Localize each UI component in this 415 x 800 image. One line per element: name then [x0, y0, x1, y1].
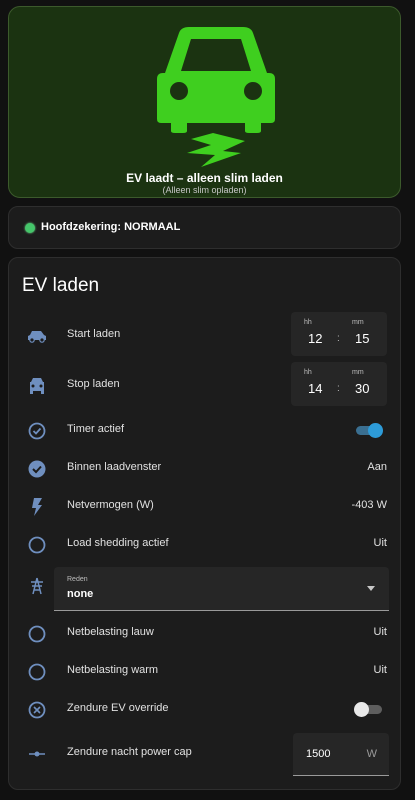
flash-icon	[32, 498, 42, 516]
transmission-tower-icon	[31, 577, 43, 595]
netvermogen-label: Netvermogen (W)	[67, 499, 154, 511]
timer-actief-row[interactable]: Timer actief	[9, 415, 400, 445]
start-laden-label: Start laden	[67, 328, 121, 340]
ray-vertex-icon	[29, 751, 45, 757]
load-shedding-row[interactable]: Load shedding actief Uit	[9, 529, 400, 559]
ev-status-card[interactable]: EV laadt – alleen slim laden (Alleen sli…	[8, 6, 401, 198]
netbelasting-lauw-value: Uit	[373, 626, 387, 638]
check-circle-outline-icon	[28, 422, 46, 440]
start-hours-value[interactable]: 12	[308, 331, 322, 346]
netvermogen-row[interactable]: Netvermogen (W) -403 W	[9, 491, 400, 521]
binnen-laadvenster-label: Binnen laadvenster	[67, 461, 162, 473]
start-laden-time-input[interactable]: hh mm 12 : 15	[291, 312, 387, 356]
status-dot-icon	[25, 223, 35, 233]
start-minutes-value[interactable]: 15	[355, 331, 369, 346]
stop-hours-value[interactable]: 14	[308, 381, 322, 396]
reden-select[interactable]: Reden none	[54, 567, 389, 611]
reden-label: Reden	[67, 576, 88, 583]
time-separator: :	[337, 383, 340, 394]
lightning-bolt-icon	[187, 133, 245, 167]
hours-label: hh	[304, 369, 312, 376]
netbelasting-warm-value: Uit	[373, 664, 387, 676]
time-separator: :	[337, 333, 340, 344]
close-circle-outline-icon	[28, 701, 46, 719]
load-shedding-label: Load shedding actief	[67, 537, 169, 549]
dropdown-caret-icon[interactable]	[367, 586, 375, 591]
load-shedding-value: Uit	[373, 537, 387, 549]
zendure-cap-unit: W	[366, 748, 377, 760]
zendure-cap-value[interactable]: 1500	[306, 748, 330, 760]
toggle-knob	[368, 423, 383, 438]
timer-actief-label: Timer actief	[67, 423, 125, 435]
circle-outline-icon	[28, 625, 46, 643]
netbelasting-lauw-row[interactable]: Netbelasting lauw Uit	[9, 618, 400, 648]
binnen-laadvenster-row[interactable]: Binnen laadvenster Aan	[9, 453, 400, 483]
hours-label: hh	[304, 319, 312, 326]
ev-laden-card: EV laden Start laden hh mm 12 : 15 Stop …	[8, 257, 401, 790]
stop-laden-label: Stop laden	[67, 378, 120, 390]
car-side-icon	[28, 331, 46, 343]
netbelasting-lauw-label: Netbelasting lauw	[67, 626, 154, 638]
zendure-cap-label: Zendure nacht power cap	[67, 746, 192, 758]
zendure-override-toggle[interactable]	[354, 702, 384, 717]
stop-laden-time-input[interactable]: hh mm 14 : 30	[291, 362, 387, 406]
netvermogen-value: -403 W	[351, 499, 387, 511]
minutes-label: mm	[352, 319, 364, 326]
hero-title: EV laadt – alleen slim laden	[126, 171, 283, 185]
card-title: EV laden	[22, 275, 100, 296]
check-circle-icon	[28, 460, 46, 478]
circle-outline-icon	[28, 536, 46, 554]
main-fuse-status-text: Hoofdzekering: NORMAAL	[41, 221, 181, 233]
reden-value: none	[67, 588, 94, 600]
zendure-cap-input[interactable]: 1500 W	[293, 733, 389, 776]
netbelasting-warm-label: Netbelasting warm	[67, 664, 159, 676]
stop-minutes-value[interactable]: 30	[355, 381, 369, 396]
car-front-icon	[30, 378, 44, 394]
binnen-laadvenster-value: Aan	[367, 461, 387, 473]
toggle-knob	[354, 702, 369, 717]
hero-subtitle: (Alleen slim opladen)	[162, 185, 247, 195]
zendure-override-row[interactable]: Zendure EV override	[9, 694, 400, 724]
zendure-override-label: Zendure EV override	[67, 702, 169, 714]
circle-outline-icon	[28, 663, 46, 681]
main-fuse-status-card[interactable]: Hoofdzekering: NORMAAL	[8, 206, 401, 249]
netbelasting-warm-row[interactable]: Netbelasting warm Uit	[9, 656, 400, 686]
timer-actief-toggle[interactable]	[354, 423, 384, 438]
minutes-label: mm	[352, 369, 364, 376]
car-icon	[157, 27, 275, 133]
